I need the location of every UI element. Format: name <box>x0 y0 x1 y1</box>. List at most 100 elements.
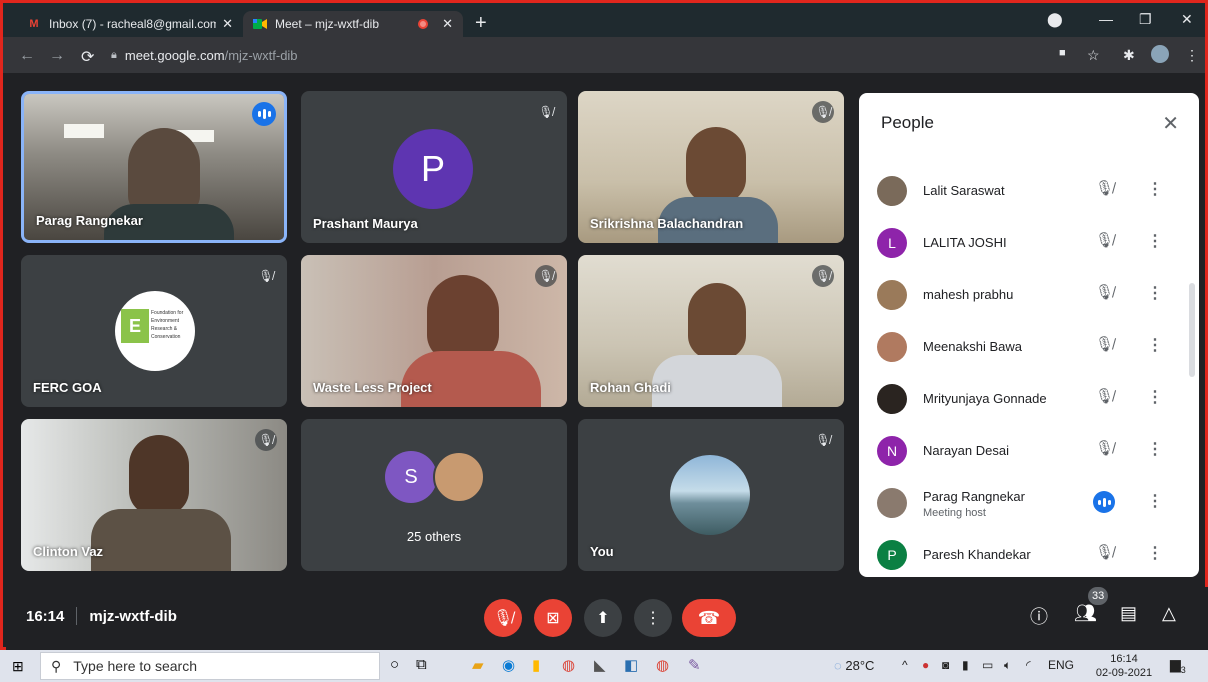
tray-app-icon[interactable]: ◙ <box>942 658 949 672</box>
participant-figure <box>688 283 746 359</box>
weather[interactable]: ◌ 28°C <box>834 658 874 673</box>
participant-figure <box>652 355 782 407</box>
restore-icon[interactable]: ❐ <box>1139 11 1152 28</box>
video-tile[interactable]: 🎙︎̸ You <box>578 419 844 571</box>
cortana-icon[interactable]: ○ <box>390 656 399 673</box>
chat-icon[interactable]: ▤ <box>1120 603 1137 624</box>
battery-icon[interactable]: ▭ <box>982 658 993 672</box>
profile-avatar[interactable] <box>1151 45 1169 63</box>
tab-strip: M Inbox (7) - racheal8@gmail.com ✕ Meet … <box>3 3 1205 37</box>
url-host: meet.google.com <box>124 47 225 63</box>
people-icon[interactable]: 👥︎ <box>1074 603 1097 624</box>
list-item[interactable]: N Narayan Desai 🎙︎̸ ⋮ <box>859 425 1189 477</box>
avatar <box>877 280 907 310</box>
camera-icon[interactable]: ■ <box>1059 47 1066 59</box>
participant-name: Clinton Vaz <box>33 544 104 559</box>
new-tab-button[interactable]: + <box>475 13 487 33</box>
video-tile[interactable]: E Foundation for Environment Research & … <box>21 255 287 407</box>
camera-toggle-button[interactable]: ⊠ <box>534 599 572 637</box>
mic-off-icon: 🎙︎̸ <box>1095 544 1115 561</box>
chrome-icon[interactable]: ◍ <box>656 656 669 674</box>
video-tile[interactable]: S 25 others <box>301 419 567 571</box>
tray-app-icon[interactable]: ● <box>922 658 929 672</box>
tab-gmail[interactable]: M Inbox (7) - racheal8@gmail.com ✕ <box>17 11 243 37</box>
more-icon[interactable]: ⋮ <box>1147 179 1163 199</box>
windows-start-icon[interactable]: ⊞ <box>12 658 24 675</box>
star-icon[interactable]: ☆ <box>1087 47 1100 64</box>
close-window-icon[interactable]: ✕ <box>1181 11 1193 28</box>
more-icon[interactable]: ⋮ <box>1147 543 1163 563</box>
avatar: P <box>877 540 907 570</box>
search-icon: ⚲ <box>51 657 62 674</box>
list-item[interactable]: mahesh prabhu 🎙︎̸ ⋮ <box>859 269 1189 321</box>
more-options-button[interactable]: ⋮ <box>634 599 672 637</box>
mic-off-icon: 🎙︎̸ <box>1095 180 1115 197</box>
more-icon[interactable]: ⋮ <box>1147 387 1163 407</box>
info-icon[interactable]: ⓘ <box>1030 603 1048 629</box>
taskbar-search[interactable]: ⚲ Type here to search <box>40 652 380 680</box>
profile-dropdown-icon[interactable]: ⬤ <box>1047 11 1063 28</box>
present-icon: ⬆ <box>596 610 610 627</box>
avatar <box>877 332 907 362</box>
video-tile[interactable]: Parag Rangnekar <box>21 91 287 243</box>
close-icon[interactable]: ✕ <box>442 16 453 32</box>
participant-name: Mrityunjaya Gonnade <box>923 391 1047 406</box>
others-count: 25 others <box>406 529 462 544</box>
chrome-icon[interactable]: ◍ <box>562 656 575 674</box>
app-icon[interactable]: ◧ <box>624 656 638 674</box>
clock[interactable]: 16:14 02-09-2021 <box>1090 652 1158 680</box>
mic-off-icon: 🎙︎̸ <box>1095 232 1115 249</box>
paint-icon[interactable]: ✎ <box>688 656 701 674</box>
activities-icon[interactable]: △ <box>1162 603 1176 624</box>
sticky-notes-icon[interactable]: ▮ <box>532 656 540 674</box>
more-icon[interactable]: ⋮ <box>1147 439 1163 459</box>
more-icon[interactable]: ⋮ <box>1147 335 1163 355</box>
leave-call-button[interactable]: ☎︎ <box>682 599 736 637</box>
list-item[interactable]: Mrityunjaya Gonnade 🎙︎̸ ⋮ <box>859 373 1189 425</box>
present-button[interactable]: ⬆ <box>584 599 622 637</box>
wifi-icon[interactable]: ◜ <box>1026 658 1031 672</box>
back-icon[interactable]: ← <box>19 47 35 65</box>
mic-toggle-button[interactable]: 🎙︎̸ <box>484 599 522 637</box>
tab-meet[interactable]: Meet – mjz-wxtf-dib ✕ <box>243 11 463 37</box>
scrollbar[interactable] <box>1189 283 1195 377</box>
video-tile[interactable]: P 🎙︎̸ Prashant Maurya <box>301 91 567 243</box>
avatar: L <box>877 228 907 258</box>
close-icon[interactable]: ✕ <box>222 16 233 32</box>
video-tile[interactable]: 🎙︎̸ Waste Less Project <box>301 255 567 407</box>
url-field[interactable]: 🔒︎ meet.google.com /mjz-wxtf-dib <box>111 43 1041 67</box>
task-view-icon[interactable]: ⧉ <box>416 656 427 673</box>
list-item[interactable]: Parag Rangnekar Meeting host ⋮ <box>859 477 1189 529</box>
tray-chevron-icon[interactable]: ^ <box>902 658 908 672</box>
language-indicator[interactable]: ENG <box>1048 658 1074 672</box>
list-item[interactable]: Lalit Saraswat 🎙︎̸ ⋮ <box>859 165 1189 217</box>
list-item[interactable]: P Paresh Khandekar 🎙︎̸ ⋮ <box>859 529 1189 577</box>
more-icon: ⋮ <box>645 610 661 627</box>
extensions-icon[interactable]: ✱ <box>1123 47 1135 64</box>
list-item[interactable]: Meenakshi Bawa 🎙︎̸ ⋮ <box>859 321 1189 373</box>
video-tile[interactable]: 🎙︎̸ Clinton Vaz <box>21 419 287 571</box>
volume-icon[interactable]: 🔈︎ <box>1004 658 1011 673</box>
video-tile[interactable]: 🎙︎̸ Rohan Ghadi <box>578 255 844 407</box>
close-icon[interactable]: ✕ <box>1162 111 1179 136</box>
menu-icon[interactable]: ⋮ <box>1185 47 1199 64</box>
meeting-code: mjz-wxtf-dib <box>89 607 177 625</box>
video-tile[interactable]: 🎙︎̸ Srikrishna Balachandran <box>578 91 844 243</box>
participant-figure <box>91 509 231 571</box>
mic-off-icon: 🎙︎̸ <box>812 265 834 287</box>
edge-icon[interactable]: ◉ <box>502 656 515 674</box>
more-icon[interactable]: ⋮ <box>1147 231 1163 251</box>
app-icon[interactable]: ◣ <box>594 656 606 674</box>
more-icon[interactable]: ⋮ <box>1147 283 1163 303</box>
file-explorer-icon[interactable]: ▰ <box>472 656 484 674</box>
mic-tray-icon[interactable]: ▮ <box>962 658 969 672</box>
list-item[interactable]: L LALITA JOSHI 🎙︎̸ ⋮ <box>859 217 1189 269</box>
mic-off-icon: 🎙︎̸ <box>812 429 834 451</box>
forward-icon[interactable]: → <box>49 47 65 65</box>
mic-off-icon: 🎙︎̸ <box>1095 440 1115 457</box>
more-icon[interactable]: ⋮ <box>1147 491 1163 511</box>
weather-icon: ◌ <box>834 658 842 673</box>
reload-icon[interactable]: ⟳ <box>81 47 94 67</box>
minimize-icon[interactable]: — <box>1099 11 1113 27</box>
notification-icon[interactable]: ▆3 <box>1170 656 1186 675</box>
